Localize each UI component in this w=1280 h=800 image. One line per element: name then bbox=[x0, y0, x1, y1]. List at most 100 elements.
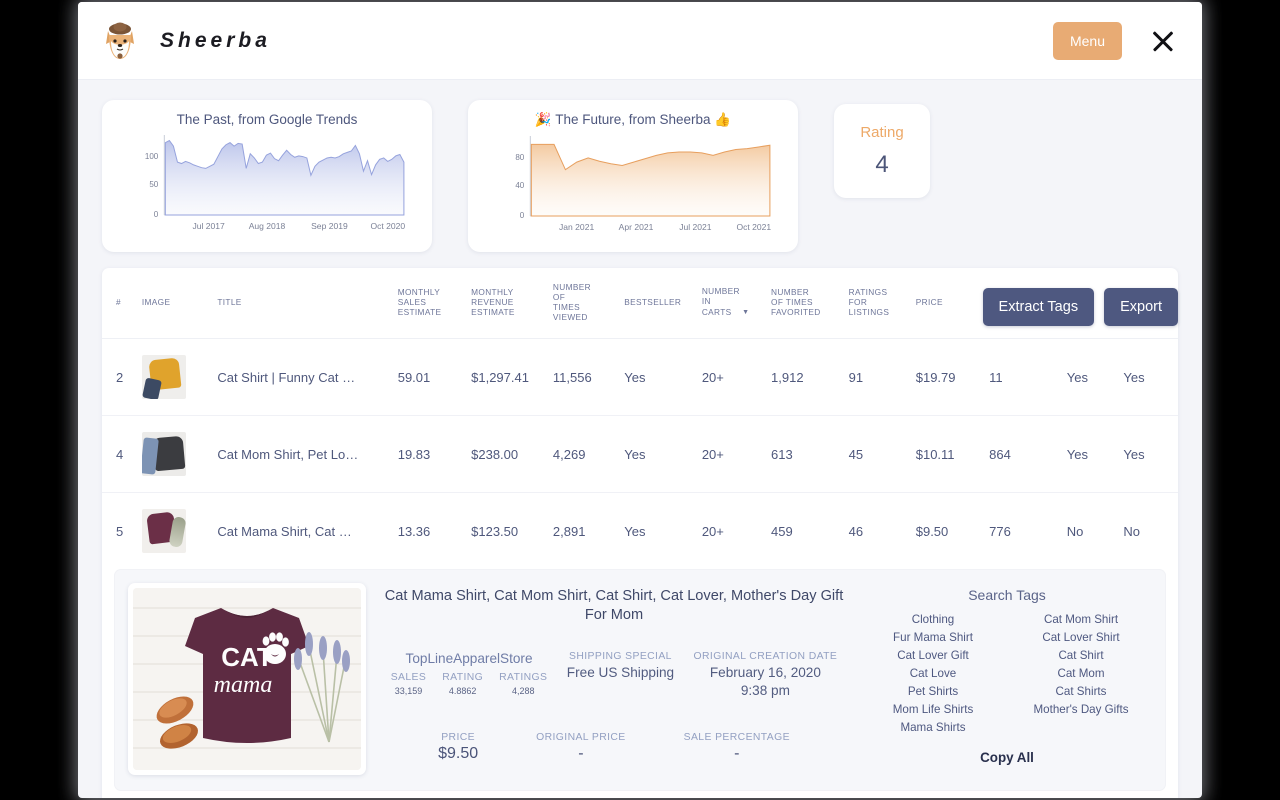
cell-title: Cat Shirt | Funny Cat … bbox=[217, 338, 398, 417]
cell-bestseller: Yes bbox=[624, 415, 702, 494]
cell-bestseller: Yes bbox=[624, 338, 702, 417]
cell-available: 776 bbox=[989, 523, 1011, 539]
original-price-value: - bbox=[578, 745, 584, 763]
cell-ratings: 91 bbox=[848, 338, 916, 417]
svg-text:mama: mama bbox=[214, 672, 273, 698]
search-tag[interactable]: Mama Shirts bbox=[862, 721, 1004, 734]
shop-name[interactable]: TopLineApparelStore bbox=[391, 651, 548, 666]
sale-percentage-label: SALE PERCENTAGE bbox=[683, 732, 790, 744]
cell-title: Creation of Adam, Fu… bbox=[217, 791, 397, 798]
cell-is_ad: No bbox=[1066, 523, 1084, 539]
search-tags-list: Clothing Cat Mom Shirt Fur Mama Shirt Cat L… bbox=[862, 613, 1152, 734]
copy-all-button[interactable]: Copy All bbox=[862, 750, 1152, 765]
cell-bestseller: Yes bbox=[624, 791, 702, 798]
column-header-label: MONTHLY REVENUE ESTIMATE bbox=[471, 287, 515, 318]
listing-title[interactable]: Cat Mom Shirt, Pet Lo… bbox=[217, 447, 377, 462]
cell-views: 4,269 bbox=[552, 415, 625, 494]
shipping-label: SHIPPING SPECIAL bbox=[569, 651, 672, 663]
cell-is_ad: No bbox=[1067, 791, 1124, 798]
column-header-label: TITLE bbox=[217, 297, 242, 308]
search-tag[interactable]: Fur Mama Shirt bbox=[862, 631, 1004, 644]
column-header-label: NUMBER OF TIMES VIEWED bbox=[552, 282, 591, 323]
table-body-last: 6Creation of Adam, Fu…10.37$160.001,533Y… bbox=[102, 791, 1178, 798]
shiba-dog-icon bbox=[98, 19, 142, 63]
listing-detail-panel: CAT mama Cat Mama Shirt, Cat Mom Shirt, … bbox=[114, 569, 1166, 792]
cat-mama-shirt-photo: CAT mama bbox=[133, 588, 361, 771]
sheerba-modal-panel: Sheerba Menu The Past, from Google Trend… bbox=[78, 2, 1202, 798]
listings-table: # IMAGE TITLE MONTHLY SALES ESTIMATE MONTHLY… bbox=[102, 268, 1178, 798]
export-button[interactable]: Export bbox=[1104, 288, 1178, 326]
original-price-label: ORIGINAL PRICE bbox=[536, 732, 626, 744]
cell-price: $13.60 bbox=[916, 791, 989, 798]
column-header-views[interactable]: NUMBER OF TIMES VIEWED bbox=[552, 268, 625, 340]
chevron-down-icon[interactable]: ▼ bbox=[740, 310, 750, 317]
cell-is_ad: Yes bbox=[1066, 338, 1124, 417]
search-tag[interactable]: Mother's Day Gifts bbox=[1010, 703, 1152, 716]
creation-date-info: ORIGINAL CREATION DATE February 16, 2020… bbox=[694, 651, 838, 698]
screen: Sheerba Menu The Past, from Google Trend… bbox=[0, 0, 1280, 800]
product-thumbnail[interactable] bbox=[141, 509, 186, 554]
product-thumbnail[interactable] bbox=[141, 432, 186, 477]
search-tag[interactable]: Cat Mom bbox=[1010, 667, 1152, 680]
table-row[interactable]: 6Creation of Adam, Fu…10.37$160.001,533Y… bbox=[102, 791, 1178, 798]
rating-value: 4 bbox=[875, 150, 889, 178]
column-header-num[interactable]: # bbox=[102, 268, 142, 340]
search-tag[interactable]: Cat Shirts bbox=[1010, 685, 1152, 698]
extract-tags-button[interactable]: Extract Tags bbox=[982, 288, 1095, 326]
cell-image bbox=[141, 338, 218, 417]
column-header-label: NUMBER OF TIMES FAVORITED bbox=[771, 287, 821, 318]
product-thumbnail[interactable] bbox=[141, 355, 186, 400]
listing-title[interactable]: Cat Shirt | Funny Cat … bbox=[217, 370, 377, 385]
cell-ratings: 46 bbox=[848, 523, 864, 539]
cell-favorited: 459 bbox=[771, 523, 793, 539]
column-header-ratings[interactable]: RATINGS FOR LISTINGS bbox=[848, 268, 916, 340]
column-header-label: NUMBER IN CARTS bbox=[701, 286, 740, 317]
search-tag[interactable]: Cat Love bbox=[862, 667, 1004, 680]
cell-price: $19.79 bbox=[915, 338, 990, 417]
column-header-favorited[interactable]: NUMBER OF TIMES FAVORITED bbox=[771, 268, 849, 340]
search-tag[interactable]: Mom Life Shirts bbox=[862, 703, 1004, 716]
column-header-label: MONTHLY SALES ESTIMATE bbox=[397, 287, 442, 318]
column-header-image[interactable]: IMAGE bbox=[141, 268, 218, 340]
cell-carts: 20+ bbox=[702, 791, 771, 798]
chart-title-future: 🎉 The Future, from Sheerba 👍 bbox=[534, 112, 732, 127]
summary-row: The Past, from Google Trends 100 50 0 Ju… bbox=[102, 100, 1178, 252]
svg-text:100: 100 bbox=[145, 152, 159, 161]
table-row[interactable]: 5 Cat Mama Shirt, Cat … 13.36 $123.50 2,891 Y… bbox=[102, 493, 1178, 570]
table-row[interactable]: 2 Cat Shirt | Funny Cat … 59.01 $1,297.41 11… bbox=[102, 338, 1178, 417]
listings-table-continued: 6Creation of Adam, Fu…10.37$160.001,533Y… bbox=[102, 791, 1178, 798]
table-row[interactable]: 4 Cat Mom Shirt, Pet Lo… 19.83 $238.00 4,269… bbox=[102, 415, 1178, 494]
column-header-price[interactable]: PRICE bbox=[915, 268, 990, 340]
search-tag[interactable]: Cat Lover Shirt bbox=[1010, 631, 1152, 644]
detail-meta-row: TopLineApparelStore SALES 33,159 RATING 4.8… bbox=[384, 651, 844, 698]
google-trends-chart-card: The Past, from Google Trends 100 50 0 Ju… bbox=[102, 100, 432, 252]
search-tag[interactable]: Cat Shirt bbox=[1010, 649, 1152, 662]
cell-on_sale: Yes bbox=[1123, 415, 1178, 494]
detail-product-image[interactable]: CAT mama bbox=[128, 583, 366, 776]
creation-date-label: ORIGINAL CREATION DATE bbox=[693, 651, 838, 663]
close-icon[interactable] bbox=[1148, 26, 1178, 56]
cell-is_ad: Yes bbox=[1066, 415, 1124, 494]
cell-carts: 20+ bbox=[701, 523, 724, 539]
shop-stat: SALES 33,159 bbox=[391, 672, 427, 696]
listing-title[interactable]: Cat Mama Shirt, Cat … bbox=[217, 524, 377, 539]
cell-monthly_revenue: $160.00 bbox=[471, 791, 553, 798]
cell-views: 2,891 bbox=[552, 523, 586, 539]
cell-monthly_sales: 13.36 bbox=[397, 523, 431, 539]
cell-ratings: 34 bbox=[849, 791, 916, 798]
search-tag[interactable]: Cat Lover Gift bbox=[862, 649, 1004, 662]
menu-button[interactable]: Menu bbox=[1052, 21, 1122, 60]
column-header-carts[interactable]: NUMBER IN CARTS ▼ bbox=[701, 268, 772, 340]
column-header-title[interactable]: TITLE bbox=[217, 268, 398, 340]
search-tag[interactable]: Pet Shirts bbox=[862, 685, 1004, 698]
search-tag[interactable]: Cat Mom Shirt bbox=[1010, 613, 1152, 626]
svg-text:Jul 2017: Jul 2017 bbox=[192, 221, 225, 231]
column-header-monthly_revenue[interactable]: MONTHLY REVENUE ESTIMATE bbox=[471, 268, 553, 340]
svg-text:Sep 2019: Sep 2019 bbox=[311, 221, 348, 231]
price-label: PRICE bbox=[441, 732, 475, 744]
column-header-bestseller[interactable]: BESTSELLER bbox=[624, 268, 702, 340]
search-tag[interactable]: Clothing bbox=[862, 613, 1004, 626]
shop-stat-label: SALES bbox=[390, 672, 427, 684]
column-header-monthly_sales[interactable]: MONTHLY SALES ESTIMATE bbox=[397, 268, 472, 340]
search-tags-title: Search Tags bbox=[968, 587, 1046, 604]
